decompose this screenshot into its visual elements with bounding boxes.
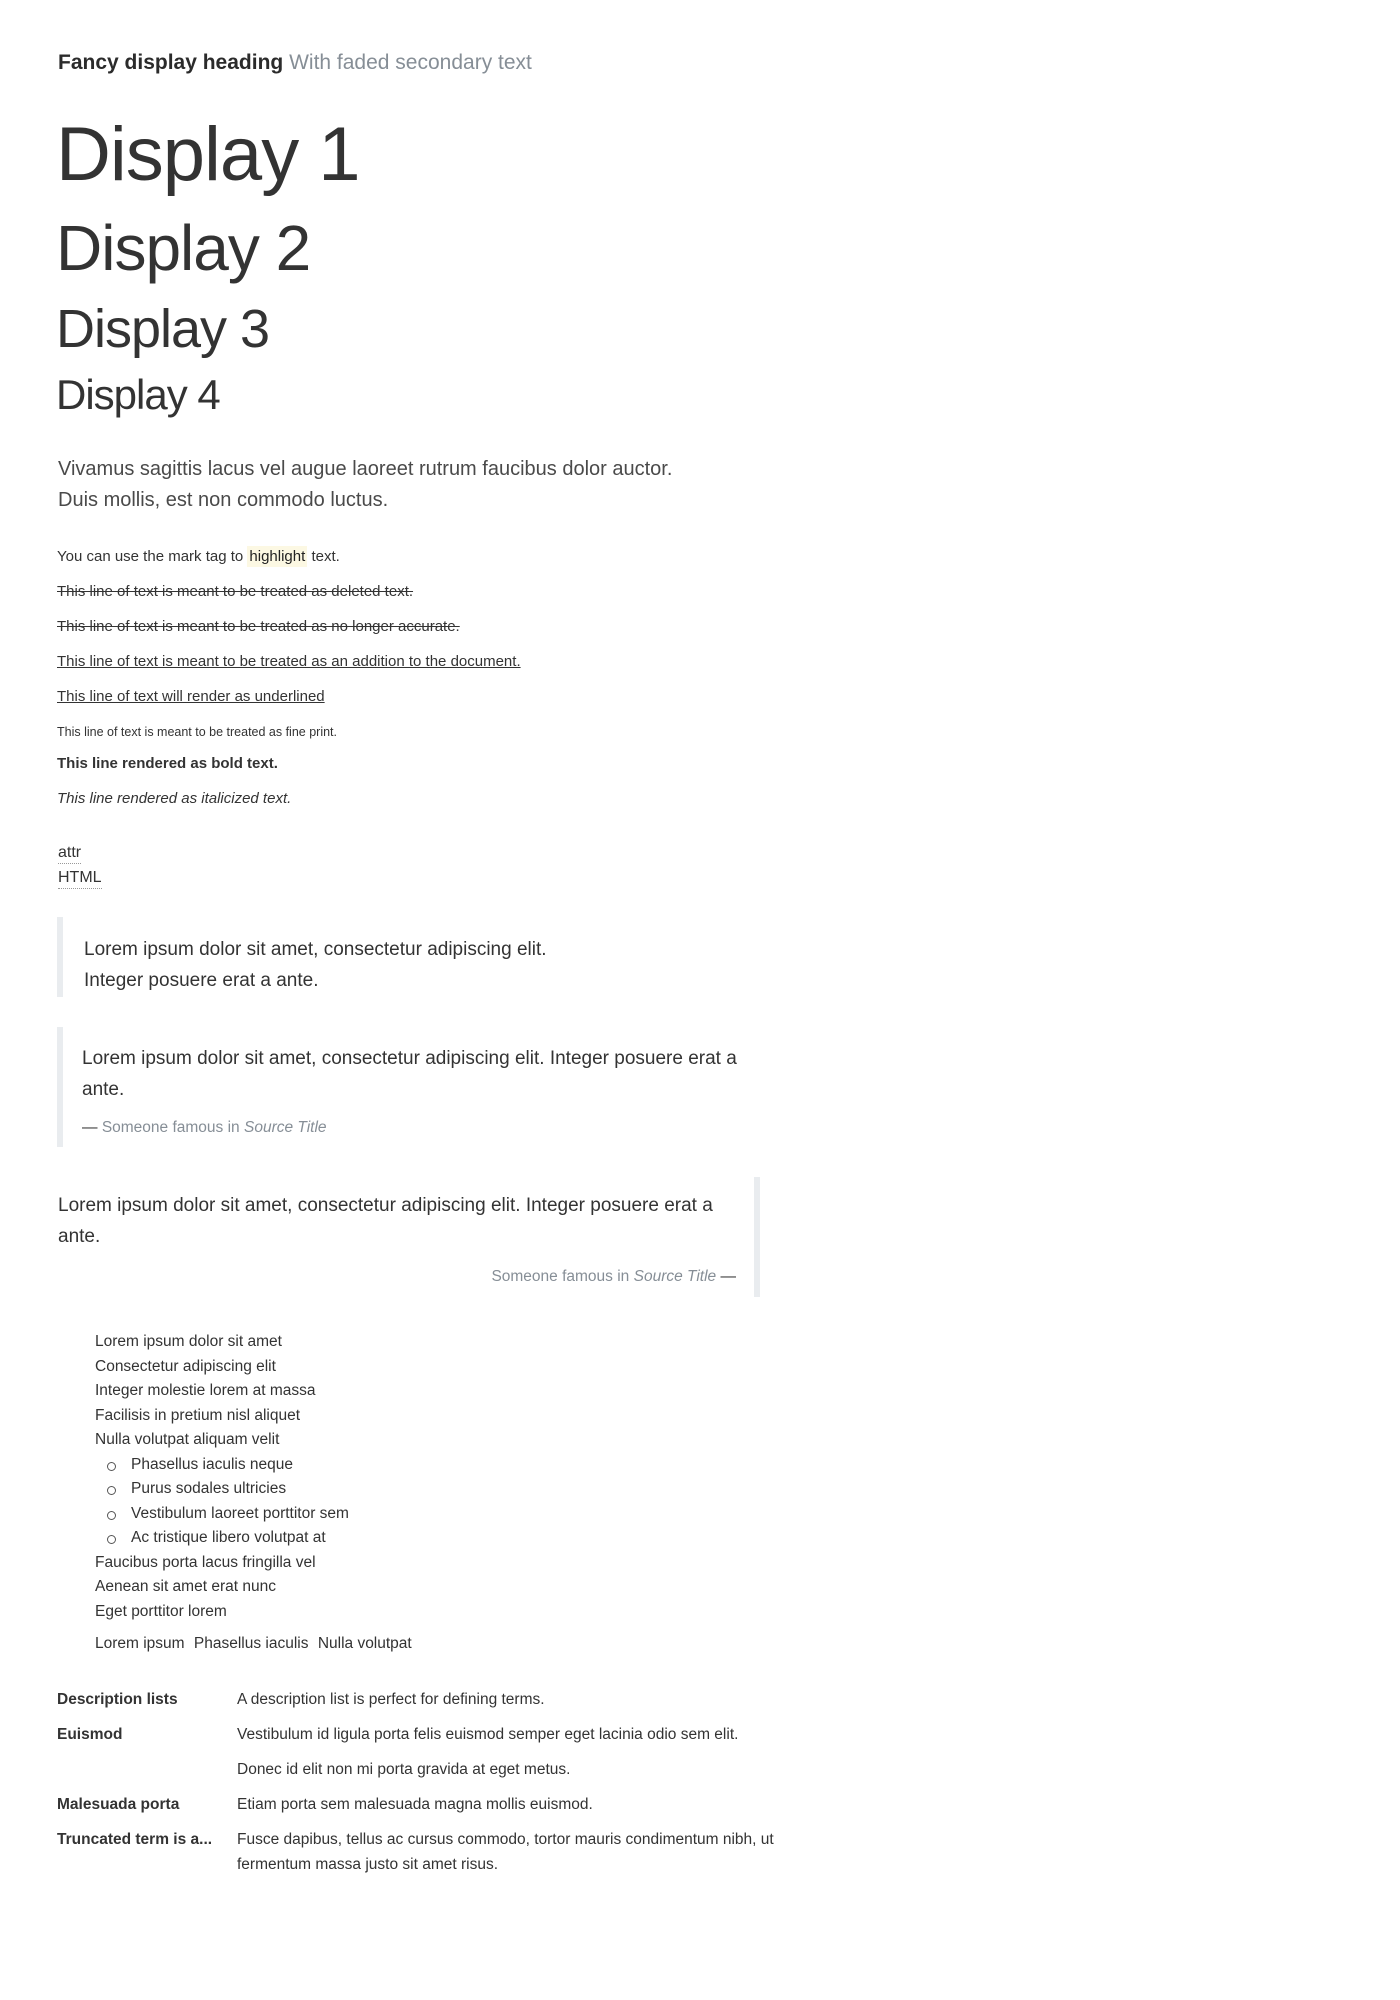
- footer-source-title: Source Title: [243, 1119, 327, 1136]
- lead-line-1: Vivamus sagittis lacus vel augue laoreet…: [58, 458, 673, 480]
- highlighted-word: highlight: [247, 546, 308, 567]
- description-detail: Donec id elit non mi porta gravida at eg…: [237, 1761, 571, 1778]
- nested-list: Phasellus iaculis neque Purus sodales ul…: [95, 1453, 349, 1551]
- list-item: Nulla volutpat aliquam velit Phasellus i…: [95, 1428, 349, 1551]
- right-footer-source-title: Source Title: [633, 1268, 717, 1285]
- blockquote-simple: Lorem ipsum dolor sit amet, consectetur …: [57, 917, 617, 997]
- blockquote-simple-line-1: Lorem ipsum dolor sit amet, consectetur …: [84, 939, 547, 960]
- fancy-heading-main: Fancy display heading: [58, 51, 284, 74]
- strikethrough-text-line: This line of text is meant to be treated…: [57, 618, 460, 635]
- blockquote-with-footer: Lorem ipsum dolor sit amet, consectetur …: [57, 1027, 747, 1147]
- lead-paragraph: Vivamus sagittis lacus vel augue laoreet…: [58, 454, 698, 516]
- fine-print-line: This line of text is meant to be treated…: [57, 725, 338, 739]
- list-item: Faucibus porta lacus fringilla vel: [95, 1553, 316, 1571]
- inline-list-item: Lorem ipsum: [95, 1635, 185, 1652]
- footer-dash: —: [82, 1119, 98, 1136]
- description-detail: Vestibulum id ligula porta felis euismod…: [237, 1726, 739, 1743]
- blockquote-simple-line-2: Integer posuere erat a ante.: [84, 970, 319, 991]
- blockquote-right-border: [754, 1177, 760, 1297]
- blockquote-footer: — Someone famous in Source Title: [82, 1118, 747, 1138]
- lead-line-2: Duis mollis, est non commodo luctus.: [58, 489, 389, 511]
- list-item: Eget porttitor lorem: [95, 1602, 227, 1620]
- list-item: Facilisis in pretium nisl aliquet: [95, 1406, 301, 1424]
- fancy-display-heading: Fancy display heading With faded seconda…: [58, 50, 532, 76]
- description-detail: A description list is perfect for defini…: [237, 1691, 545, 1708]
- underlined-text-line: This line of text will render as underli…: [57, 688, 325, 705]
- fancy-heading-secondary: With faded secondary text: [289, 51, 532, 74]
- blockquote-right-text: Lorem ipsum dolor sit amet, consectetur …: [58, 1195, 713, 1247]
- nested-list-item: Ac tristique libero volutpat at: [107, 1526, 349, 1551]
- mark-text-line: You can use the mark tag to highlight te…: [57, 546, 340, 567]
- description-detail: Etiam porta sem malesuada magna mollis e…: [237, 1796, 593, 1813]
- list-item: Consectetur adipiscing elit: [95, 1357, 276, 1375]
- italic-text-line: This line rendered as italicized text.: [57, 790, 292, 807]
- abbreviation-attr[interactable]: attr: [58, 843, 82, 864]
- inline-list-item: Nulla volutpat: [317, 1635, 412, 1652]
- nested-list-item: Purus sodales ultricies: [107, 1477, 349, 1502]
- inline-list-item: Phasellus iaculis: [193, 1635, 309, 1652]
- description-term: Euismod: [57, 1726, 123, 1743]
- list-item-label: Nulla volutpat aliquam velit: [95, 1431, 280, 1448]
- footer-source-prefix: Someone famous in: [101, 1119, 244, 1136]
- blockquote-footer-text: Lorem ipsum dolor sit amet, consectetur …: [82, 1048, 737, 1100]
- display-2-heading: Display 2: [56, 212, 311, 284]
- inline-list: Lorem ipsum Phasellus iaculis Nulla volu…: [95, 1634, 417, 1654]
- nested-list-item: Vestibulum laoreet porttitor sem: [107, 1502, 349, 1527]
- display-3-heading: Display 3: [56, 299, 270, 359]
- description-term: Truncated term is a...: [57, 1831, 213, 1848]
- description-term: Malesuada porta: [57, 1796, 180, 1813]
- display-1-heading: Display 1: [56, 112, 361, 197]
- list-item: Integer molestie lorem at massa: [95, 1382, 316, 1399]
- right-footer-dash: —: [720, 1268, 737, 1285]
- blockquote-right-aligned: Lorem ipsum dolor sit amet, consectetur …: [0, 1177, 760, 1297]
- bold-text-line: This line rendered as bold text.: [57, 755, 278, 772]
- unstyled-list: Lorem ipsum dolor sit amet Consectetur a…: [95, 1330, 349, 1624]
- abbreviation-html[interactable]: HTML: [58, 868, 102, 889]
- mark-text-before: You can use the mark tag to: [57, 548, 248, 565]
- description-term: Description lists: [57, 1691, 178, 1708]
- right-footer-source-prefix: Someone famous in: [491, 1268, 634, 1285]
- description-detail: Fusce dapibus, tellus ac cursus commodo,…: [237, 1831, 774, 1873]
- mark-text-after: text.: [307, 548, 340, 565]
- list-item: Lorem ipsum dolor sit amet: [95, 1333, 282, 1350]
- inserted-text-line: This line of text is meant to be treated…: [57, 653, 521, 670]
- nested-list-item: Phasellus iaculis neque: [107, 1453, 349, 1478]
- blockquote-right-footer: Someone famous in Source Title —: [491, 1267, 736, 1287]
- deleted-text-line: This line of text is meant to be treated…: [57, 583, 414, 600]
- display-4-heading: Display 4: [56, 371, 221, 418]
- list-item: Aenean sit amet erat nunc: [95, 1578, 276, 1595]
